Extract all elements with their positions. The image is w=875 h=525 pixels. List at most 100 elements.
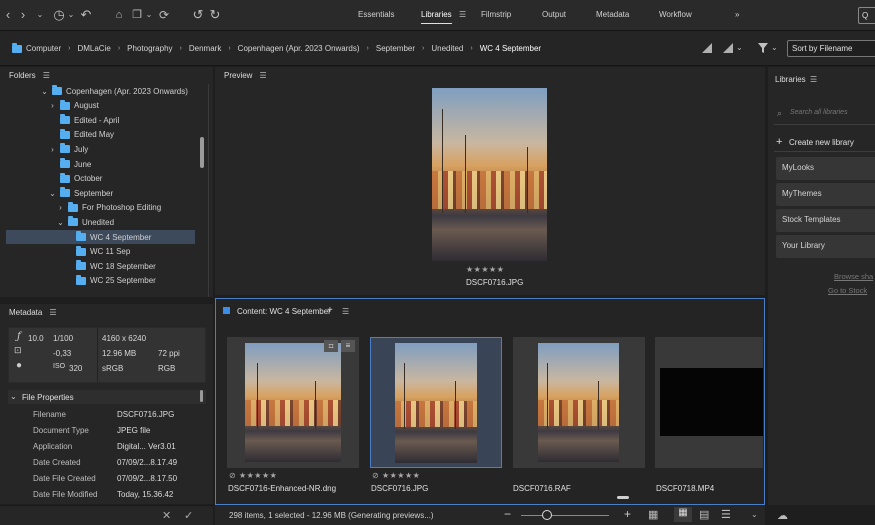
create-library-button[interactable]: Create new library [789, 138, 854, 147]
chevron-right-icon[interactable]: › [48, 145, 57, 154]
refine-icon[interactable]: ❐ [130, 7, 144, 23]
thumbnail-card[interactable] [513, 337, 645, 468]
go-to-stock-link[interactable]: Go to Stock [828, 286, 867, 295]
workspace-workflow[interactable]: Workflow [659, 10, 692, 19]
recent-history-icon[interactable]: ◷ [52, 7, 66, 23]
camera-import-icon[interactable]: ⌂ [112, 7, 126, 23]
chevron-down-icon[interactable]: ⌄ [56, 218, 65, 227]
library-item[interactable]: Your Library [776, 235, 875, 258]
thumbnail-card[interactable]: ⌗ ≡ [227, 337, 359, 468]
scrollbar[interactable] [200, 137, 204, 168]
menu-icon[interactable]: ☰ [43, 71, 50, 80]
plus-icon[interactable]: + [776, 136, 782, 148]
breadcrumb-item[interactable]: WC 4 September [480, 44, 541, 53]
chevron-down-icon[interactable]: ⌄ [736, 43, 743, 52]
chevron-right-icon[interactable]: › [56, 203, 65, 212]
workspace-libraries[interactable]: Libraries [421, 10, 452, 24]
rating-filter-icon[interactable] [722, 42, 734, 54]
reject-icon[interactable]: ⊘ [372, 471, 379, 480]
library-item[interactable]: MyLooks [776, 157, 875, 180]
chevron-down-icon[interactable]: ⌄ [35, 7, 45, 23]
chevron-down-icon[interactable]: ⌄ [48, 189, 57, 198]
rotate-left-icon[interactable]: ↺ [191, 7, 205, 23]
breadcrumb-item[interactable]: Unedited › [431, 44, 479, 53]
chevron-down-icon[interactable]: ⌄ [40, 87, 49, 96]
chevron-down-icon[interactable]: ⌄ [771, 43, 778, 52]
scrollbar[interactable] [617, 496, 629, 499]
menu-icon[interactable]: ☰ [259, 71, 266, 80]
library-item[interactable]: MyThemes [776, 183, 875, 206]
folder-item[interactable]: June [6, 157, 195, 171]
menu-icon[interactable]: ☰ [342, 307, 349, 316]
menu-icon[interactable]: ☰ [49, 308, 56, 317]
workspace-output[interactable]: Output [542, 10, 566, 19]
property-value[interactable]: Today, 15.36.42 [117, 490, 173, 504]
scrollbar[interactable] [200, 390, 203, 402]
zoom-out-icon[interactable]: − [504, 507, 511, 521]
apply-icon[interactable]: ✓ [184, 509, 193, 522]
chevron-down-icon[interactable]: ⌄ [145, 7, 153, 23]
rating-stars[interactable]: ⊘ ★★★★★ [229, 471, 277, 480]
folder-item-selected[interactable]: WC 4 September [6, 230, 195, 244]
back-arrow-icon[interactable]: ‹ [3, 7, 13, 23]
rating-stars[interactable]: ⊘ ★★★★★ [372, 471, 420, 480]
folder-item[interactable]: ⌄ September [6, 186, 195, 200]
folder-item[interactable]: › July [6, 142, 195, 156]
chevron-down-icon[interactable]: ⌄ [751, 510, 758, 519]
browse-shared-link[interactable]: Browse sha [834, 272, 873, 281]
folder-item[interactable]: › August [6, 99, 195, 113]
quality-icon[interactable] [701, 42, 713, 54]
library-search-input[interactable]: Search all libraries [790, 109, 870, 119]
open-in-camera-raw-icon[interactable]: ⟳ [157, 7, 171, 23]
sort-dropdown[interactable]: Sort by Filename [787, 40, 875, 57]
folder-item[interactable]: October [6, 172, 195, 186]
chevron-down-icon[interactable]: ⌄ [67, 7, 75, 23]
library-item[interactable]: Stock Templates [776, 209, 875, 232]
thumbnail-view-icon[interactable]: ▦ [674, 507, 692, 522]
property-value[interactable]: 07/09/2...8.17.50 [117, 474, 177, 488]
grid-lock-icon[interactable]: ▦ [648, 508, 658, 521]
zoom-slider-thumb[interactable] [542, 510, 552, 520]
zoom-slider-track[interactable] [521, 515, 609, 516]
add-tab-icon[interactable]: + [327, 305, 333, 316]
folder-item[interactable]: WC 18 September [6, 259, 195, 273]
boomerang-icon[interactable]: ↶ [80, 7, 92, 23]
cancel-icon[interactable]: ✕ [162, 509, 171, 522]
preview-rating[interactable]: ★★★★★ [466, 265, 504, 274]
breadcrumb-item[interactable]: DMLaCie › [77, 44, 127, 53]
file-properties-header[interactable]: ⌄ File Properties [8, 390, 206, 404]
folder-item[interactable]: WC 25 September [6, 274, 195, 288]
breadcrumb-item[interactable]: September › [376, 44, 431, 53]
thumbnail-card-selected[interactable] [370, 337, 502, 468]
details-view-icon[interactable]: ▤ [699, 508, 709, 521]
search-input[interactable]: Q [858, 7, 875, 24]
workspace-more-icon[interactable]: » [735, 10, 739, 19]
menu-icon[interactable]: ☰ [810, 75, 817, 84]
folder-item[interactable]: Edited May [6, 128, 195, 142]
reject-icon[interactable]: ⊘ [229, 471, 236, 480]
workspace-metadata[interactable]: Metadata [596, 10, 629, 19]
workspace-filmstrip[interactable]: Filmstrip [481, 10, 511, 19]
list-view-icon[interactable]: ☰ [721, 508, 731, 521]
workspace-menu-icon[interactable]: ☰ [459, 10, 466, 19]
chevron-right-icon[interactable]: › [48, 101, 57, 110]
breadcrumb-item[interactable]: Denmark › [189, 44, 238, 53]
breadcrumb-item[interactable]: Copenhagen (Apr. 2023 Onwards) › [238, 44, 376, 53]
property-value[interactable]: 07/09/2...8.17.49 [117, 458, 177, 472]
breadcrumb-item[interactable]: Photography › [127, 44, 189, 53]
breadcrumb-item[interactable]: Computer › [12, 42, 77, 53]
zoom-in-icon[interactable]: + [624, 507, 631, 521]
workspace-essentials[interactable]: Essentials [358, 10, 394, 19]
preview-image[interactable] [432, 88, 547, 261]
property-value[interactable]: Digital... Ver3.01 [117, 442, 176, 456]
cloud-icon[interactable]: ☁ [777, 509, 788, 522]
folder-item[interactable]: ⌄ Unedited [6, 215, 195, 229]
folder-item[interactable]: › For Photoshop Editing [6, 201, 195, 215]
filter-icon[interactable] [757, 42, 769, 54]
property-value[interactable]: JPEG file [117, 426, 150, 440]
folder-item[interactable]: ⌄ Copenhagen (Apr. 2023 Onwards) [6, 84, 195, 98]
property-value[interactable]: DSCF0716.JPG [117, 410, 174, 424]
folder-item[interactable]: WC 11 Sep [6, 245, 195, 259]
rotate-right-icon[interactable]: ↻ [208, 7, 222, 23]
thumbnail-card[interactable] [655, 337, 763, 468]
